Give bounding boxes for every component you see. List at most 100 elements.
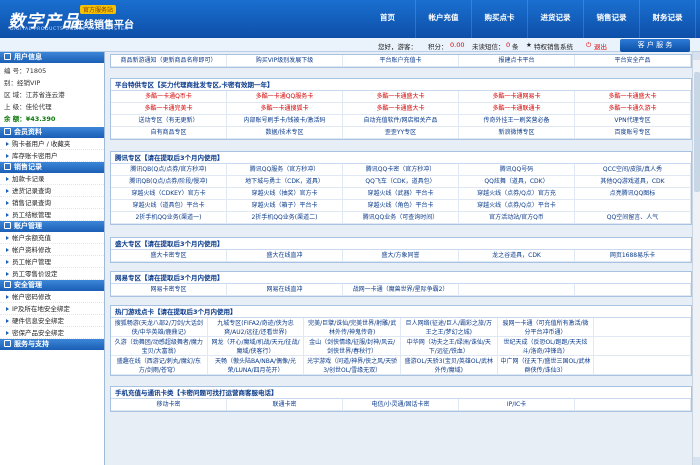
product-link[interactable]: QQ飞车（CDK，道具包） [343,176,459,188]
product-link[interactable]: 其他QQ游戏道具，CDK [575,176,691,188]
sidebar-item[interactable]: 帐户资料修改 [0,244,104,256]
sidebar-item[interactable]: IP及所在地安全绑定 [0,303,104,315]
product-link[interactable]: 网易在线直冲 [227,284,343,296]
product-link[interactable]: 久游（劲舞团/动感超级舞者/魔力宝贝/大富翁) [111,337,208,356]
product-link[interactable]: 腾讯QB(Q点/点券/官方秒冲) [111,164,227,176]
product-link[interactable]: 龙之谷道具，CDK [459,250,575,262]
sidebar-item[interactable]: 加款卡记录 [0,173,104,185]
sidebar-item[interactable]: 购卡者用户 / 收藏夹 [0,138,104,150]
product-link[interactable]: 盛趣在线（西游记/刺丸/魔幻/东方/剑雨/苍穹） [111,356,208,375]
product-link[interactable]: 网龙（开心/魔域/机战/天元/征战/魔域/侠客行） [207,337,305,356]
product-link[interactable]: 金山（剑侠情缘/征服/封神/风云/剑侠世界/春秋行） [304,337,401,356]
product-link[interactable]: 中华网（功夫之王/绿洲/诛仙/天下/远征/铁血） [400,337,498,356]
product-link[interactable]: 盛游OL/天骄3(宝贝/英雄OL/武林外传/魔域) [400,356,498,375]
nav-item-5[interactable]: 财务记录 [640,0,696,38]
scroll-up-arrow[interactable] [693,52,700,60]
product-link[interactable]: 多酷一卡通久游卡 [575,103,691,115]
product-link[interactable]: 数据/技术专区 [227,127,343,139]
sidebar-item[interactable]: 库存账卡密用户 [0,150,104,162]
product-link[interactable]: VPN代理专区 [575,115,691,127]
product-link[interactable]: 多酷一卡通联通卡 [459,103,575,115]
product-link[interactable]: 盛大在线直冲 [227,250,343,262]
product-link[interactable]: 内部账号刷手卡/钱被卡/激活码 [227,115,343,127]
product-link[interactable]: 多酷一卡通网易卡 [459,91,575,103]
sidebar-item[interactable]: 密保产品安全绑定 [0,327,104,339]
scroll-down-arrow[interactable] [693,457,700,465]
nav-item-2[interactable]: 购买点卡 [472,0,528,38]
sidebar-item[interactable]: 员工零售价设定 [0,268,104,280]
product-link[interactable]: 盛大/方象同誉 [343,250,459,262]
product-link[interactable]: 穿越火线（点券/Q点）官方充 [459,188,575,200]
product-link[interactable]: 多酷一卡通盛大卡 [343,91,459,103]
sidebar-item[interactable]: 硬件信息安全绑定 [0,315,104,327]
product-link[interactable]: 穿越火线（点券/Q点）平台卡 [459,200,575,212]
product-link[interactable]: 自动充值软件/网店相关产品 [343,115,459,127]
customer-service-button[interactable]: 客 户 服 务 [620,39,690,52]
product-link[interactable]: 完美/巨擘/诛仙/完美世界/射雕/武林外传/神鬼传奇) [304,318,401,337]
nav-item-3[interactable]: 进货记录 [528,0,584,38]
product-link[interactable]: 穿越火线（道具包）平台卡 [111,200,227,212]
product-link[interactable]: 盛大卡密专区 [111,250,227,262]
product-link[interactable]: 多酷一卡通搜狐卡 [227,103,343,115]
product-link[interactable]: 天畅（傲头陆BA/NBA/偶像/光荣/LUNA/四月花开） [207,356,305,375]
nav-item-0[interactable]: 首页 [360,0,416,38]
sidebar-item[interactable]: 员工帐户管理 [0,256,104,268]
product-link[interactable]: 点亮腾讯QQ图标 [575,188,691,200]
product-link[interactable]: QQ空间留言、人气 [575,212,691,224]
site-logo[interactable]: 数字产品 官方服务站 在线销售平台 DIGITAL PRODUCTS ONLIN… [8,5,168,33]
product-link[interactable]: 网页1688易乐卡 [575,250,691,262]
unread-count[interactable]: 0 [506,41,510,49]
product-link[interactable]: 歪歪YY专区 [343,127,459,139]
product-link[interactable]: 战网一卡通（魔兽世界/星际争霸2） [343,284,459,296]
top-link[interactable]: 购买VIP级别发展下级 [227,55,343,67]
product-link[interactable]: 网易卡密专区 [111,284,227,296]
product-link[interactable]: 多酷一卡通盛大卡 [343,103,459,115]
sidebar-group-header[interactable]: 账户管理 [0,221,104,232]
scroll-thumb[interactable] [694,72,700,192]
product-link[interactable]: 穿越火线（CDKEY）官方卡 [111,188,227,200]
product-link[interactable]: QCC空间/皮肤/真人秀 [575,164,691,176]
product-link[interactable]: 光宇游戏（问道/神界/侠之风/天骄3/创世OL/雪缘无双） [304,356,401,375]
product-link[interactable]: 中广网（征天下/盛世三国OL/武林群侠传/诛仙3） [497,356,595,375]
product-link[interactable]: 2折手机QQ业务(渠道二) [227,212,343,224]
product-link[interactable]: QQ炫舞（道具，CDK） [459,176,575,188]
product-link[interactable]: 自有商品专区 [111,127,227,139]
logout-link[interactable]: 退出 [594,41,607,51]
product-link[interactable]: 新浪微博专区 [459,127,575,139]
top-link[interactable]: 报建点卡平台 [459,55,575,67]
sidebar-group-header[interactable]: 销售记录 [0,162,104,173]
top-link[interactable]: 商品新游通知（更新商品名称即可） [111,55,227,67]
product-link[interactable]: 2折手机QQ业务(渠道一) [111,212,227,224]
product-link[interactable]: 世纪天成（反恐OL/跑跑/天天炫斗/洛奇/冲锋岛） [497,337,595,356]
product-link[interactable]: 九城专区(FIFA2/奇迹/侠为忠爽/AU2/远征/还看世界) [207,318,305,337]
product-link[interactable]: 多酷一卡通盛大卡 [575,91,691,103]
sidebar-group-header[interactable]: 安全管理 [0,280,104,291]
product-link[interactable]: 官方活动站/官方Q币 [459,212,575,224]
product-link[interactable]: 传奇外挂王一刷奖营必备 [459,115,575,127]
product-link[interactable]: 联通卡密 [227,399,343,411]
sidebar-item[interactable]: 帐户余额充值 [0,232,104,244]
product-link[interactable]: 巨人网络(征途/巨人/霸彩之旅/万王之王/梦幻之城) [400,318,498,337]
nav-item-1[interactable]: 帐户充值 [416,0,472,38]
product-link[interactable]: IP/IC卡 [459,399,575,411]
product-link[interactable]: 腾讯QQ号码 [459,164,575,176]
product-link[interactable]: 穿越火线（抽奖）官方卡 [227,188,343,200]
sidebar-group-header[interactable]: 服务与支持 [0,339,104,350]
product-link[interactable]: 多酷一卡通Q币卡 [111,91,227,103]
product-link[interactable]: 移动卡密 [111,399,227,411]
product-link[interactable]: 多酷一卡通完美卡 [111,103,227,115]
product-link[interactable]: 腾讯QB(Q点/点券/阶段/慢冲) [111,176,227,188]
page-scrollbar[interactable] [692,52,700,465]
sidebar-item[interactable]: 帐户密码修改 [0,291,104,303]
sidebar-group-header[interactable]: 会员资料 [0,127,104,138]
special-sales-link[interactable]: 特权销售系统 [534,41,573,51]
sidebar-item[interactable]: 员工结帐管理 [0,209,104,221]
product-link[interactable]: 腾讯QQ业务（可查询时间） [343,212,459,224]
sidebar-item[interactable]: 进货记录查询 [0,185,104,197]
product-link[interactable]: 地下城与勇士（CDK，道具） [227,176,343,188]
sidebar-item[interactable]: 销售记录查询 [0,197,104,209]
product-link[interactable]: 穿越火线（角色）平台卡 [343,200,459,212]
product-link[interactable]: 骏网一卡通（可充值所有激活/微分平台冲币通） [497,318,595,337]
top-link[interactable]: 平台账户充值卡 [343,55,459,67]
product-link[interactable]: 百度账号专区 [575,127,691,139]
